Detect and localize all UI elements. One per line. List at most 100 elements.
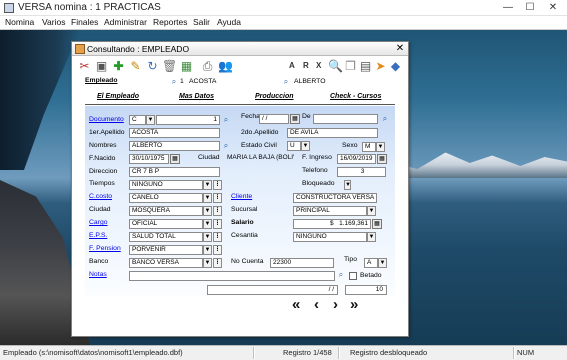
fecha-de-field[interactable] xyxy=(313,114,378,124)
salario-field[interactable]: $ 1.169,361 xyxy=(293,219,371,229)
sexo-dropdown[interactable]: ▼ xyxy=(376,142,385,152)
close-button[interactable]: ✕ xyxy=(542,0,564,16)
c-costo-field[interactable]: CANELO xyxy=(129,193,203,203)
nombres-field[interactable]: ALBERTO xyxy=(129,141,220,151)
grid-icon[interactable]: ▦ xyxy=(179,59,194,74)
f-nacido-field[interactable]: 30/10/1975 xyxy=(129,154,169,164)
notas-label[interactable]: Notas xyxy=(89,271,107,278)
tiempos-more-button[interactable]: ⁝ xyxy=(213,180,222,190)
edit-pencil-icon[interactable]: ✎ xyxy=(128,59,143,74)
footer-date-field[interactable]: / / xyxy=(207,285,338,295)
cesantia-field[interactable]: NINGUNO xyxy=(293,232,367,242)
empleado-search-icon-2[interactable]: ⌕ xyxy=(281,77,291,87)
documento-search-icon[interactable]: ⌕ xyxy=(221,115,231,125)
save-icon[interactable]: ▣ xyxy=(94,59,109,74)
fecha-de-search-icon[interactable]: ⌕ xyxy=(380,114,390,124)
print-icon[interactable]: ⎙ xyxy=(200,59,215,74)
tab-el-empleado[interactable]: El Empleado xyxy=(97,93,139,100)
documento-type-dropdown[interactable]: ▼ xyxy=(146,115,155,125)
salario-calc-icon[interactable]: ▦ xyxy=(372,219,382,229)
estado-civil-field[interactable]: U xyxy=(287,141,301,151)
toolbar-letter-r[interactable]: R xyxy=(303,61,309,70)
menu-administrar[interactable]: Administrar xyxy=(104,17,147,27)
f-ingreso-calendar-icon[interactable]: ▦ xyxy=(377,154,387,164)
notas-field[interactable] xyxy=(129,271,335,281)
copy-icon[interactable]: ❐ xyxy=(343,59,358,74)
c-costo-more-button[interactable]: ⁝ xyxy=(213,193,222,203)
tipo-dropdown[interactable]: ▼ xyxy=(378,258,387,268)
sucursal-field[interactable]: PRINCIPAL xyxy=(293,206,367,216)
menu-reportes[interactable]: Reportes xyxy=(153,17,188,27)
empleado-search-icon[interactable]: ⌕ xyxy=(169,77,179,87)
cargo-dropdown[interactable]: ▼ xyxy=(203,219,212,229)
previous-record-button[interactable]: ‹ xyxy=(314,296,319,313)
direccion-field[interactable]: CR 7 B P xyxy=(129,167,220,177)
fecha-calendar-icon[interactable]: ▦ xyxy=(290,114,300,124)
tools-icon[interactable]: ✂ xyxy=(77,59,92,74)
ciudad-field[interactable]: MOSQUERA xyxy=(129,206,203,216)
eps-dropdown[interactable]: ▼ xyxy=(203,232,212,242)
users-icon[interactable]: 👥 xyxy=(218,59,233,74)
menu-nomina[interactable]: Nomina xyxy=(5,17,34,27)
nombres-search-icon[interactable]: ⌕ xyxy=(221,141,231,151)
sexo-field[interactable]: M xyxy=(362,142,376,152)
menu-salir[interactable]: Salir xyxy=(193,17,210,27)
delete-icon[interactable]: 🗑 xyxy=(162,59,177,74)
eps-more-button[interactable]: ⁝ xyxy=(213,232,222,242)
cesantia-dropdown[interactable]: ▼ xyxy=(367,232,376,242)
maximize-button[interactable]: ☐ xyxy=(519,0,541,16)
bloqueado-dropdown[interactable]: ▼ xyxy=(344,180,351,190)
minimize-button[interactable]: — xyxy=(497,0,519,16)
betado-checkbox[interactable] xyxy=(349,272,357,280)
tab-mas-datos[interactable]: Mas Datos xyxy=(179,93,214,100)
c-costo-label[interactable]: C.costo xyxy=(89,193,112,200)
f-ingreso-field[interactable]: 16/09/2019 xyxy=(337,154,376,164)
ciudad-dropdown[interactable]: ▼ xyxy=(203,206,212,216)
toolbar-letter-a[interactable]: A xyxy=(289,61,295,70)
c-costo-dropdown[interactable]: ▼ xyxy=(203,193,212,203)
menu-ayuda[interactable]: Ayuda xyxy=(217,17,241,27)
telefono-field[interactable]: 3 xyxy=(337,167,386,177)
documento-type-field[interactable]: C xyxy=(129,115,146,125)
cargo-label[interactable]: Cargo xyxy=(89,219,108,226)
menu-varios[interactable]: Varios xyxy=(42,17,65,27)
tiempos-dropdown[interactable]: ▼ xyxy=(203,180,212,190)
sucursal-dropdown[interactable]: ▼ xyxy=(367,206,376,216)
refresh-icon[interactable]: ↻ xyxy=(145,59,160,74)
f-pension-more-button[interactable]: ⁝ xyxy=(213,245,222,255)
f-pension-label[interactable]: F. Pension xyxy=(89,245,121,252)
cliente-label[interactable]: Cliente xyxy=(231,193,252,200)
arrow-right-icon[interactable]: ➤ xyxy=(373,59,388,74)
next-record-button[interactable]: › xyxy=(333,296,338,313)
banco-more-button[interactable]: ⁝ xyxy=(213,258,222,268)
menu-finales[interactable]: Finales xyxy=(71,17,98,27)
estado-civil-dropdown[interactable]: ▼ xyxy=(301,141,310,151)
first-record-button[interactable]: « xyxy=(292,296,300,313)
browse-icon[interactable]: ▤ xyxy=(358,59,373,74)
footer-number-field[interactable]: 10 xyxy=(345,285,387,295)
banco-dropdown[interactable]: ▼ xyxy=(203,258,212,268)
documento-number-field[interactable]: 1 xyxy=(156,115,220,125)
eps-field[interactable]: SALUD TOTAL xyxy=(129,232,203,242)
dialog-close-button[interactable]: ✕ xyxy=(394,43,406,55)
ciudad-more-button[interactable]: ⁝ xyxy=(213,206,222,216)
apellido1-field[interactable]: ACOSTA xyxy=(129,128,220,138)
cargo-more-button[interactable]: ⁝ xyxy=(213,219,222,229)
banco-field[interactable]: BANCO VERSA xyxy=(129,258,203,268)
add-icon[interactable]: ✚ xyxy=(111,59,126,74)
apellido2-field[interactable]: DE AVILA xyxy=(287,128,378,138)
last-record-button[interactable]: » xyxy=(350,296,358,313)
eps-label[interactable]: E.P.S. xyxy=(89,232,107,239)
tab-check-cursos[interactable]: Check - Cursos xyxy=(330,93,381,100)
cliente-field[interactable]: CONSTRUCTORA VERSA xyxy=(293,193,377,203)
tab-produccion[interactable]: Produccion xyxy=(255,93,294,100)
fecha-field[interactable]: / / xyxy=(259,114,289,124)
no-cuenta-field[interactable]: 22300 xyxy=(270,258,334,268)
f-nacido-calendar-icon[interactable]: ▦ xyxy=(170,154,180,164)
toolbar-letter-x[interactable]: X xyxy=(316,61,321,70)
notas-search-icon[interactable]: ⌕ xyxy=(336,270,346,280)
f-pension-dropdown[interactable]: ▼ xyxy=(203,245,212,255)
cube-icon[interactable]: ◆ xyxy=(388,59,403,74)
f-pension-field[interactable]: PORVENIR xyxy=(129,245,203,255)
cargo-field[interactable]: OFICIAL xyxy=(129,219,203,229)
